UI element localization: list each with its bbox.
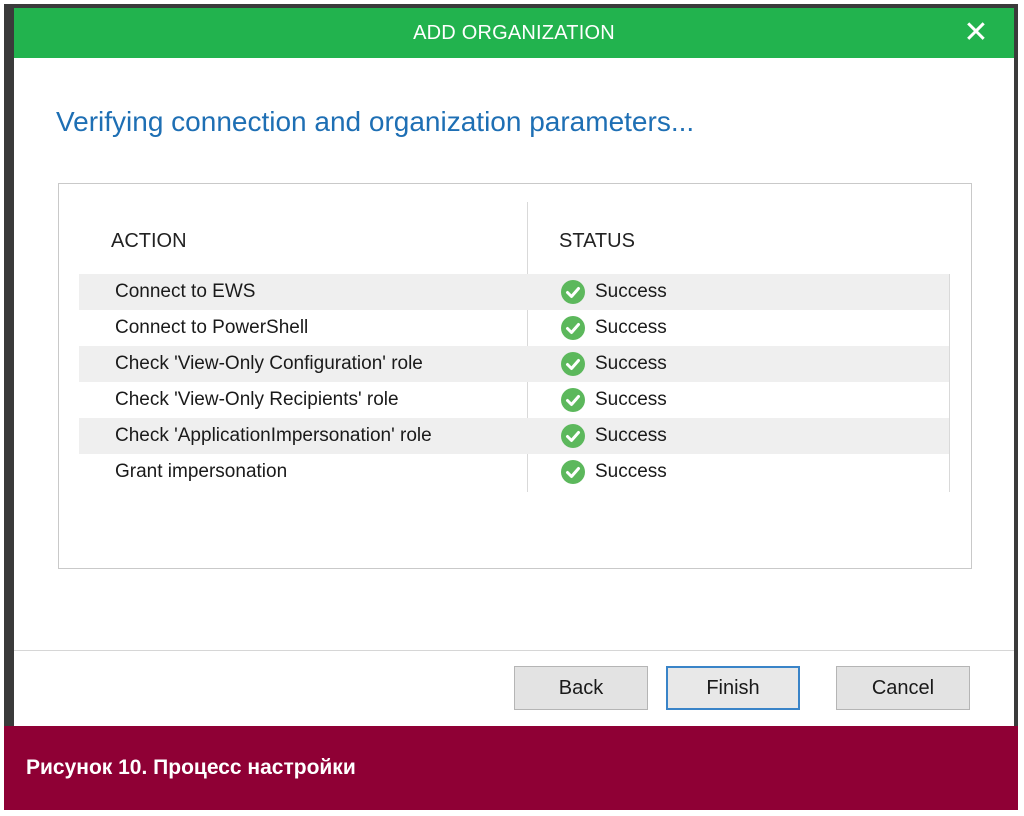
row-action: Connect to EWS [115, 281, 256, 302]
table-row: Check 'View-Only Recipients' role Succes… [79, 382, 949, 418]
check-circle-icon [561, 424, 585, 448]
title-bar: ADD ORGANIZATION ✕ [14, 8, 1014, 58]
check-circle-icon [561, 460, 585, 484]
row-status: Success [561, 310, 667, 346]
figure-caption: Рисунок 10. Процесс настройки [26, 756, 356, 779]
status-text: Success [595, 461, 667, 482]
verification-results-panel: ACTION STATUS Connect to EWS Success Con… [58, 183, 972, 569]
row-status: Success [561, 454, 667, 490]
results-table: Connect to EWS Success Connect to PowerS… [79, 274, 949, 490]
check-circle-icon [561, 316, 585, 340]
finish-button[interactable]: Finish [666, 666, 800, 710]
row-status: Success [561, 418, 667, 454]
close-button[interactable]: ✕ [960, 17, 992, 49]
add-organization-dialog: ADD ORGANIZATION ✕ Verifying connection … [14, 8, 1014, 726]
row-status: Success [561, 274, 667, 310]
row-action: Check 'ApplicationImpersonation' role [115, 425, 432, 446]
back-button[interactable]: Back [514, 666, 648, 710]
page-heading: Verifying connection and organization pa… [56, 106, 695, 137]
cancel-button[interactable]: Cancel [836, 666, 970, 710]
status-text: Success [595, 317, 667, 338]
row-action: Check 'View-Only Recipients' role [115, 389, 399, 410]
check-circle-icon [561, 352, 585, 376]
row-status: Success [561, 382, 667, 418]
row-action: Grant impersonation [115, 461, 288, 482]
close-icon: ✕ [963, 16, 989, 49]
table-row: Check 'View-Only Configuration' role Suc… [79, 346, 949, 382]
column-header-status: STATUS [559, 230, 635, 252]
table-row: Check 'ApplicationImpersonation' role Su… [79, 418, 949, 454]
dialog-title: ADD ORGANIZATION [413, 22, 615, 44]
column-header-action: ACTION [111, 230, 187, 252]
check-circle-icon [561, 388, 585, 412]
footer-divider [14, 650, 1014, 651]
status-text: Success [595, 281, 667, 302]
table-row: Connect to PowerShell Success [79, 310, 949, 346]
figure-frame: ADD ORGANIZATION ✕ Verifying connection … [4, 4, 1018, 810]
status-text: Success [595, 425, 667, 446]
row-action: Connect to PowerShell [115, 317, 309, 338]
figure-caption-bar: Рисунок 10. Процесс настройки [4, 726, 1018, 810]
table-row: Grant impersonation Success [79, 454, 949, 490]
table-row: Connect to EWS Success [79, 274, 949, 310]
table-right-edge [949, 274, 950, 492]
row-action: Check 'View-Only Configuration' role [115, 353, 423, 374]
check-circle-icon [561, 280, 585, 304]
status-text: Success [595, 353, 667, 374]
status-text: Success [595, 389, 667, 410]
row-status: Success [561, 346, 667, 382]
